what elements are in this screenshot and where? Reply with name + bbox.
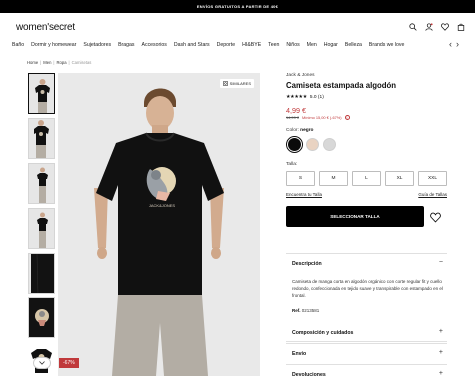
size-option-xxl[interactable]: XXL: [418, 171, 447, 186]
min-price: Mínimo 15,00 € (-67%): [301, 115, 342, 120]
nav-item[interactable]: Sujetadores: [83, 42, 111, 48]
nav-items: Baño Dormir y homewear Sujetadores Bragas Ac…: [12, 42, 444, 48]
main-product-image[interactable]: JACK&JONES SIMILARES -67%: [58, 73, 260, 376]
breadcrumb-separator: |: [40, 60, 42, 65]
nav-item[interactable]: Teen: [268, 42, 279, 48]
product-title: Camiseta estampada algodón: [286, 81, 397, 90]
color-swatch-black[interactable]: [288, 138, 301, 151]
breadcrumb-ropa[interactable]: Ropa: [57, 60, 67, 65]
product-rating[interactable]: ★★★★★ 5.0 (1): [286, 94, 324, 100]
heart-icon: [430, 212, 441, 223]
nav-item[interactable]: Belleza: [345, 42, 362, 48]
nav-fade: [420, 38, 444, 53]
size-option-xl[interactable]: XL: [385, 171, 414, 186]
color-label-text: Color:: [286, 128, 299, 133]
info-icon[interactable]: i: [344, 115, 350, 120]
thumbnail-3[interactable]: [28, 163, 55, 204]
size-guide-link[interactable]: Guía de Tallas: [418, 192, 447, 197]
brand-logo[interactable]: women'secret: [16, 22, 75, 33]
nav-item[interactable]: HI&BYE: [242, 42, 261, 48]
color-swatch-grey[interactable]: [323, 138, 336, 151]
svg-text:JACK&JONES: JACK&JONES: [149, 203, 176, 208]
add-to-wishlist-button[interactable]: [430, 210, 441, 228]
nav-item[interactable]: Baño: [12, 42, 24, 48]
product-photo: JACK&JONES: [58, 73, 260, 376]
similar-label: SIMILARES: [229, 81, 251, 86]
similar-button[interactable]: SIMILARES: [219, 79, 254, 88]
nav-item[interactable]: Niños: [286, 42, 299, 48]
main-nav: Baño Dormir y homewear Sujetadores Bragas Ac…: [0, 38, 475, 53]
rating-value: 5.0 (1): [309, 94, 324, 100]
thumbnail-5[interactable]: [28, 253, 55, 294]
ref-label: Ref.: [292, 308, 301, 313]
color-label: Color: negro: [286, 128, 313, 133]
thumbnail-6[interactable]: [28, 297, 55, 338]
search-icon[interactable]: [409, 23, 417, 31]
product-reference: Ref. 0213581: [292, 308, 319, 313]
nav-item[interactable]: Brands we love: [369, 42, 404, 48]
accordion-returns-header: Devoluciones +: [286, 365, 447, 380]
nav-item[interactable]: Deporte: [217, 42, 235, 48]
color-value: negro: [300, 128, 314, 133]
accordion-shipping-header: Envío +: [286, 344, 447, 364]
color-swatch-beige[interactable]: [306, 138, 319, 151]
breadcrumb-separator: |: [68, 60, 70, 65]
breadcrumb-separator: |: [53, 60, 55, 65]
expand-icon: +: [438, 349, 443, 356]
breadcrumb-home[interactable]: Home: [27, 60, 38, 65]
ref-value: 0213581: [301, 308, 320, 313]
rating-stars: ★★★★★: [286, 94, 307, 100]
cart-icon[interactable]: [457, 23, 465, 31]
similar-icon: [222, 81, 228, 86]
promo-bar: ENVÍOS GRATUITOS A PARTIR DE 40€: [0, 0, 475, 13]
chevron-right-icon[interactable]: ›: [456, 40, 459, 49]
wishlist-icon[interactable]: [441, 23, 449, 31]
select-size-button[interactable]: SELECCIONAR TALLA: [286, 206, 424, 227]
account-icon[interactable]: [425, 23, 433, 31]
accordion-composition-header: Composición y cuidados +: [286, 323, 447, 343]
size-option-s[interactable]: S: [286, 171, 315, 186]
breadcrumb-current: Camisetas: [71, 60, 92, 65]
product-brand[interactable]: Jack & Jones: [286, 73, 315, 78]
accordion-composition[interactable]: Composición y cuidados +: [286, 323, 447, 344]
accordion-shipping-title: Envío: [292, 351, 307, 357]
breadcrumb-men[interactable]: Men: [43, 60, 51, 65]
size-option-m[interactable]: M: [319, 171, 348, 186]
collapse-icon: −: [438, 259, 443, 266]
breadcrumb: Home | Men | Ropa | Camisetas: [27, 60, 91, 65]
thumbnail-2[interactable]: [28, 118, 55, 159]
accordion-returns[interactable]: Devoluciones +: [286, 365, 447, 380]
accordion-returns-title: Devoluciones: [292, 372, 326, 378]
thumbnail-4[interactable]: [28, 208, 55, 249]
accordion-shipping[interactable]: Envío +: [286, 344, 447, 365]
expand-icon: +: [438, 370, 443, 377]
promo-text: ENVÍOS GRATUITOS A PARTIR DE 40€: [196, 4, 279, 9]
old-price: 14,99 €: [286, 115, 299, 120]
chevron-left-icon[interactable]: ‹: [449, 40, 452, 49]
current-price: 4,99 €: [286, 106, 306, 115]
price-history: 14,99 € Mínimo 15,00 € (-67%) i: [286, 115, 350, 120]
expand-icon: +: [438, 328, 443, 335]
nav-item[interactable]: Dormir y homewear: [31, 42, 76, 48]
nav-item[interactable]: Men: [307, 42, 317, 48]
find-size-link[interactable]: Encuentra tu Talla: [286, 192, 322, 197]
chevron-down-icon[interactable]: [33, 357, 51, 369]
nav-item[interactable]: Accesorios: [142, 42, 167, 48]
nav-item[interactable]: Bragas: [118, 42, 134, 48]
nav-item[interactable]: Dash and Stars: [174, 42, 210, 48]
size-option-l[interactable]: L: [352, 171, 381, 186]
size-label: Talla:: [286, 162, 298, 167]
accordion-description-header[interactable]: Descripción −: [286, 254, 447, 274]
site-header: women'secret: [0, 13, 475, 38]
thumbnail-1[interactable]: [28, 73, 55, 114]
discount-badge: -67%: [59, 358, 79, 368]
accordion-composition-title: Composición y cuidados: [292, 330, 354, 336]
nav-item[interactable]: Hogar: [324, 42, 338, 48]
accordion-description-title: Descripción: [292, 261, 322, 267]
description-text: Camiseta de manga corta en algodón orgán…: [292, 279, 443, 298]
header-icons: [409, 23, 465, 31]
